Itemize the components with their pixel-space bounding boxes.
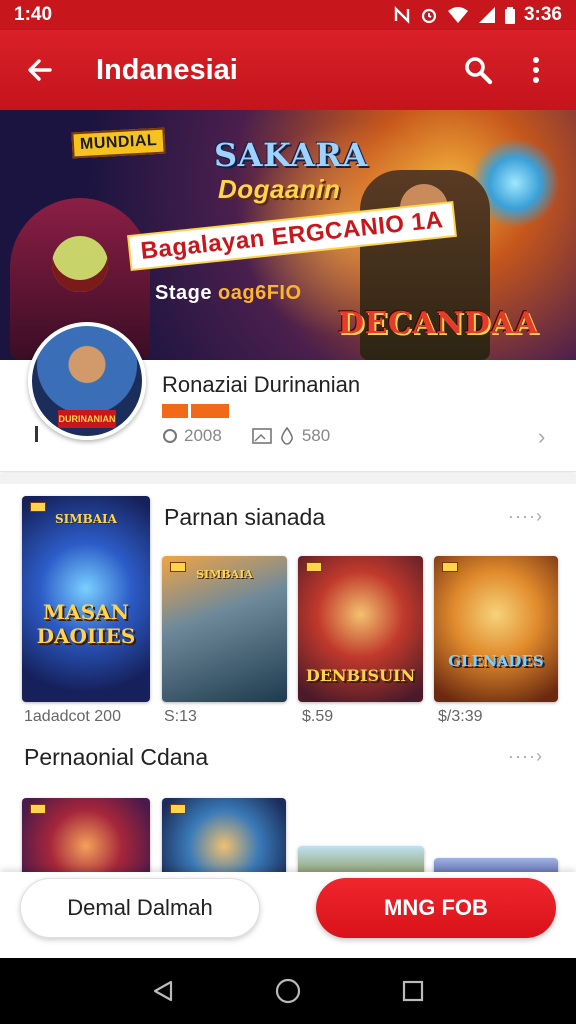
thumb-tag-6 (170, 804, 186, 814)
search-button[interactable] (458, 50, 498, 90)
drop-icon (280, 427, 293, 445)
system-nav-bar (0, 958, 576, 1024)
game-thumb-6[interactable] (162, 798, 286, 878)
more-vertical-icon (533, 57, 539, 83)
hero-logo: DECANDAA (338, 306, 539, 341)
profile-badges (162, 404, 229, 418)
hero-tag-highlight: oag6FIO (218, 282, 302, 304)
triangle-back-icon (153, 980, 172, 1002)
circle-home-icon (275, 978, 301, 1004)
avatar-plate: DURINANIAN (58, 410, 116, 428)
signal-icon (478, 6, 496, 24)
stat-posts: 580 (252, 426, 330, 446)
hero-badge: MUNDIAL (71, 127, 166, 159)
search-icon (465, 57, 493, 85)
thumb-caption-top-1: SIMBAIA (55, 512, 117, 526)
battery-icon (504, 6, 515, 24)
section-divider (0, 474, 576, 484)
app-bar: Indanesiai (0, 30, 576, 110)
nav-home-button[interactable] (268, 971, 308, 1011)
status-bar: 1:40 3:36 (0, 0, 576, 30)
section-more-2[interactable]: ····› (508, 746, 543, 767)
game-thumb-3[interactable]: DENBISUIN (298, 556, 423, 702)
profile-stats: 2008 580 (162, 426, 358, 446)
stat-posts-value: 580 (301, 426, 331, 445)
game-thumb-5[interactable] (22, 798, 150, 878)
section-more-1[interactable]: ····› (508, 506, 543, 527)
circle-icon (163, 429, 177, 443)
hero-subtitle: Dogaanin (218, 174, 341, 204)
more-button[interactable] (516, 50, 556, 90)
profile-chevron-icon[interactable]: › (538, 424, 545, 450)
hero-tag: Stage oag6FIO (155, 282, 302, 305)
page-title: Indanesiai (96, 53, 238, 86)
price-1: 1adadcot 200 (24, 708, 121, 725)
status-time-right: 3:36 (523, 4, 562, 25)
nav-recents-button[interactable] (393, 971, 433, 1011)
game-thumb-4[interactable]: GLENADES (434, 556, 558, 702)
back-button[interactable] (20, 50, 60, 90)
hero-title: SAKARA (214, 136, 368, 174)
thumb-tag-1 (30, 502, 46, 512)
thumb-art-1 (22, 496, 150, 702)
section-title-1: Parnan sianada (164, 504, 326, 530)
price-4: $/3:39 (438, 708, 483, 725)
profile-name: Ronaziai Durinanian (162, 372, 361, 397)
game-thumb-1[interactable]: SIMBAIA MASAN DAOIIES (22, 496, 150, 702)
thumb-tag-5 (30, 804, 46, 814)
primary-action-button[interactable]: MNG FOB (316, 878, 556, 938)
status-time-left: 1:40 (14, 4, 53, 25)
thumb-tag-4 (442, 562, 458, 572)
thumb-caption-top-2: SIMBAIA (196, 568, 253, 581)
stat-followers: 2008 (162, 426, 222, 446)
nav-back-button[interactable] (143, 971, 183, 1011)
status-icons: 3:36 (393, 4, 562, 26)
stat-followers-value: 2008 (184, 426, 222, 445)
rank-badge (191, 404, 229, 418)
profile-indicator (35, 426, 38, 442)
thumb-caption-4: GLENADES (448, 652, 544, 670)
avatar[interactable]: DURINANIAN (28, 322, 146, 440)
game-thumb-2[interactable]: SIMBAIA (162, 556, 287, 702)
thumb-art-4 (434, 556, 558, 702)
thumb-caption-3: DENBISUIN (305, 666, 416, 685)
hero-tag-prefix: Stage (155, 282, 219, 304)
price-2: S:13 (164, 708, 197, 725)
price-3: $.59 (302, 708, 334, 725)
arrow-left-icon (28, 59, 52, 81)
thumb-caption-1: MASAN DAOIIES (36, 600, 136, 648)
square-recents-icon (403, 980, 424, 1002)
secondary-action-button[interactable]: Demal Dalmah (20, 878, 260, 938)
thumb-tag-3 (306, 562, 322, 572)
section-title-2: Pernaonial Cdana (24, 744, 209, 770)
wifi-icon (447, 6, 469, 24)
image-icon (252, 428, 272, 444)
alarm-icon (420, 6, 438, 24)
nfc-icon (393, 6, 411, 24)
level-badge (162, 404, 188, 418)
